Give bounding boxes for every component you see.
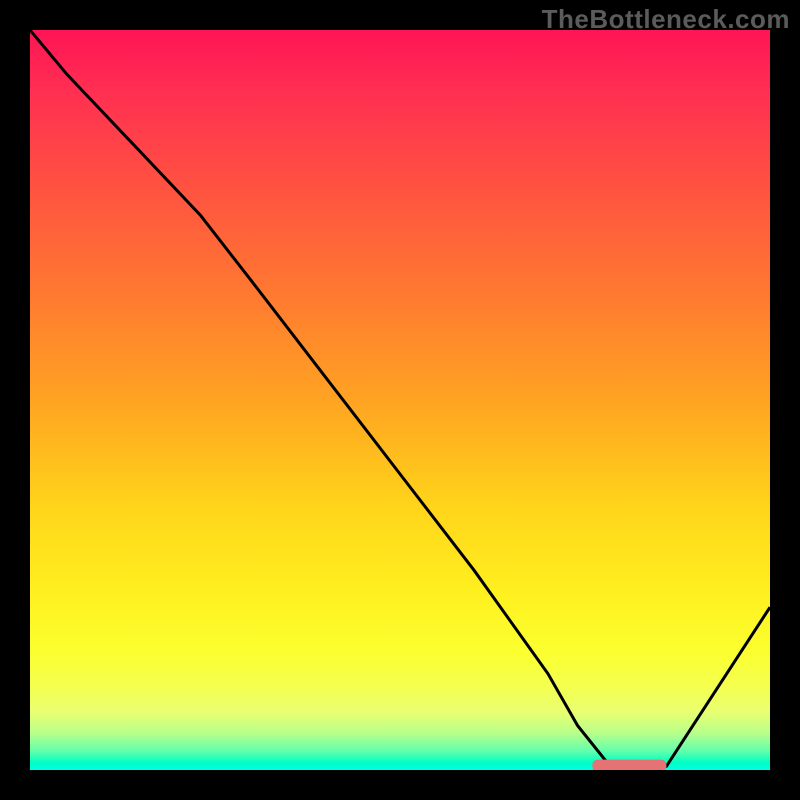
curve-line [30,30,770,770]
minimum-marker [592,760,666,770]
curve-svg [30,30,770,770]
chart-frame: TheBottleneck.com [0,0,800,800]
plot-area [30,30,770,770]
